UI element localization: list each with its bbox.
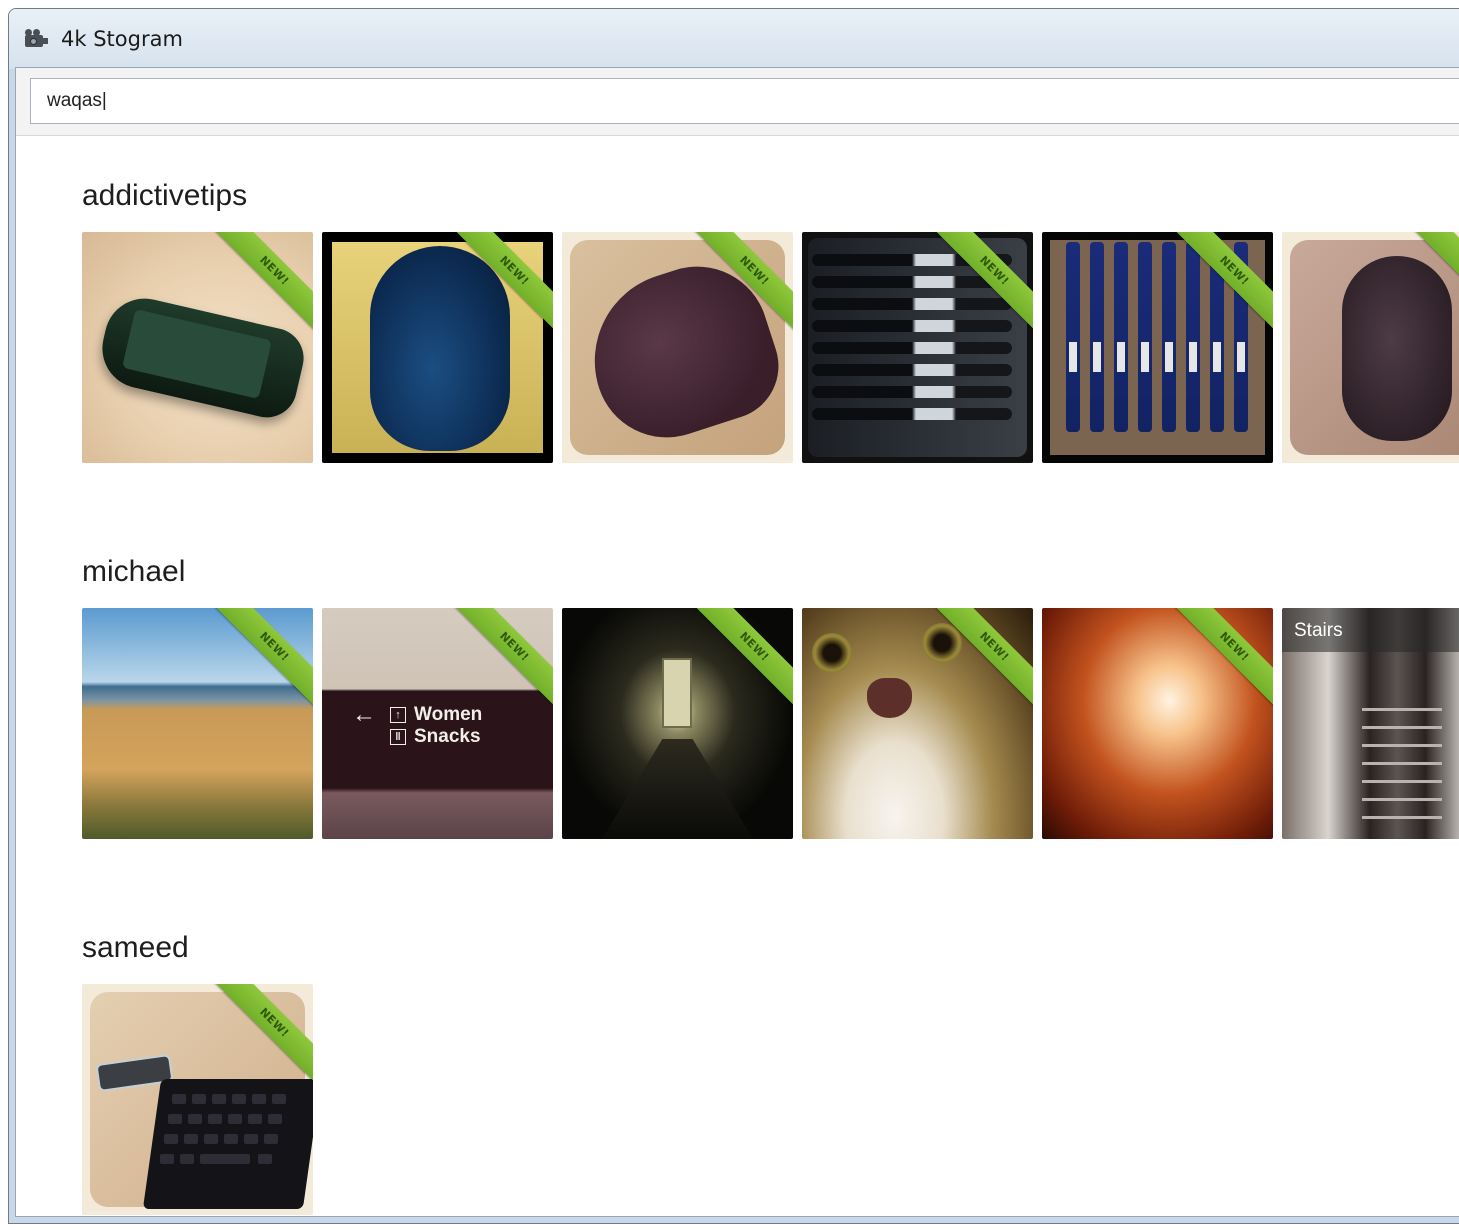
photo-tile[interactable]: NEW! <box>1042 232 1273 463</box>
new-badge: NEW! <box>691 608 793 710</box>
fork-knife-icon: ‖ <box>390 729 406 745</box>
client-area: addictivetips NEW! NEW! NEW! NEW! <box>15 67 1459 1217</box>
user-name[interactable]: michael <box>82 555 185 589</box>
new-badge: NEW! <box>211 608 313 710</box>
photo-tile[interactable]: NEW! <box>82 984 313 1215</box>
window-title: 4k Stogram <box>61 27 183 51</box>
women-icon: ↑ <box>390 707 406 723</box>
photo-tile[interactable]: ← ↑ Women ‖ Snacks NEW! <box>322 608 553 839</box>
photo-tile[interactable]: Stairs <box>1282 608 1459 839</box>
film-camera-icon <box>23 29 49 49</box>
photo-tile[interactable]: NEW! <box>802 608 1033 839</box>
sign: ← ↑ Women ‖ Snacks <box>352 701 483 748</box>
user-name[interactable]: sameed <box>82 931 189 965</box>
photo-tile[interactable]: NEW! <box>1042 608 1273 839</box>
feed: addictivetips NEW! NEW! NEW! NEW! NEW! m… <box>16 137 1459 1216</box>
search-bar <box>16 68 1459 136</box>
search-input[interactable] <box>30 78 1459 124</box>
sign-line: Women <box>414 704 483 725</box>
photo-tile[interactable]: NEW! <box>322 232 553 463</box>
user-name[interactable]: addictivetips <box>82 179 247 213</box>
new-badge: NEW! <box>451 608 553 710</box>
sign-line: Snacks <box>414 726 481 747</box>
photo-caption: Stairs <box>1282 608 1459 652</box>
photo-tile[interactable]: NEW! <box>562 232 793 463</box>
photo-tile[interactable]: NEW! <box>1282 232 1459 463</box>
new-badge: NEW! <box>1171 608 1273 710</box>
photo-tile[interactable]: NEW! <box>82 608 313 839</box>
arrow-left-icon: ← <box>352 701 376 728</box>
photo-tile[interactable]: NEW! <box>562 608 793 839</box>
photo-tile[interactable]: NEW! <box>82 232 313 463</box>
title-bar[interactable]: 4k Stogram <box>9 9 1459 69</box>
photo-tile[interactable]: NEW! <box>802 232 1033 463</box>
app-window: 4k Stogram addictivetips NEW! NEW! NEW! <box>8 8 1459 1224</box>
